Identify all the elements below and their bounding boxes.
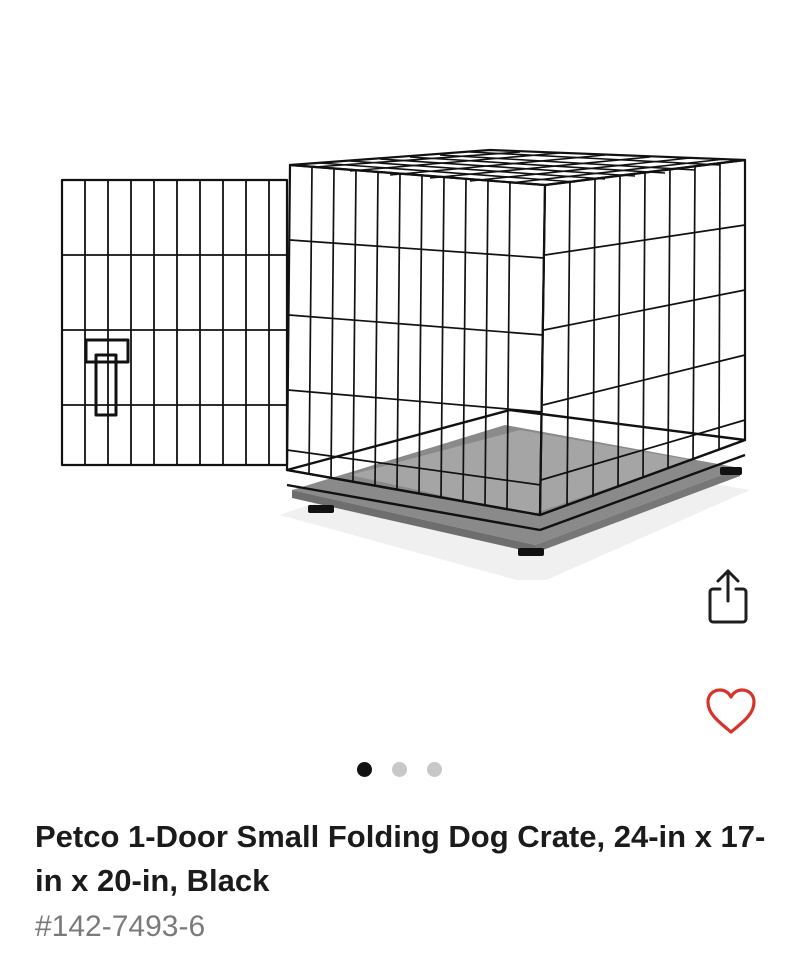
carousel-dot-1[interactable] [357, 762, 372, 777]
product-image[interactable] [50, 130, 760, 580]
product-title: Petco 1-Door Small Folding Dog Crate, 24… [35, 819, 766, 898]
carousel-dot-3[interactable] [427, 762, 442, 777]
carousel-dot-2[interactable] [392, 762, 407, 777]
product-sku: #142-7493-6 [35, 910, 206, 943]
heart-icon [706, 688, 756, 734]
share-icon [708, 569, 748, 624]
product-image-gallery[interactable] [0, 0, 808, 800]
share-button[interactable] [700, 563, 756, 629]
favorite-button[interactable] [700, 680, 762, 742]
carousel-pagination [357, 762, 442, 777]
